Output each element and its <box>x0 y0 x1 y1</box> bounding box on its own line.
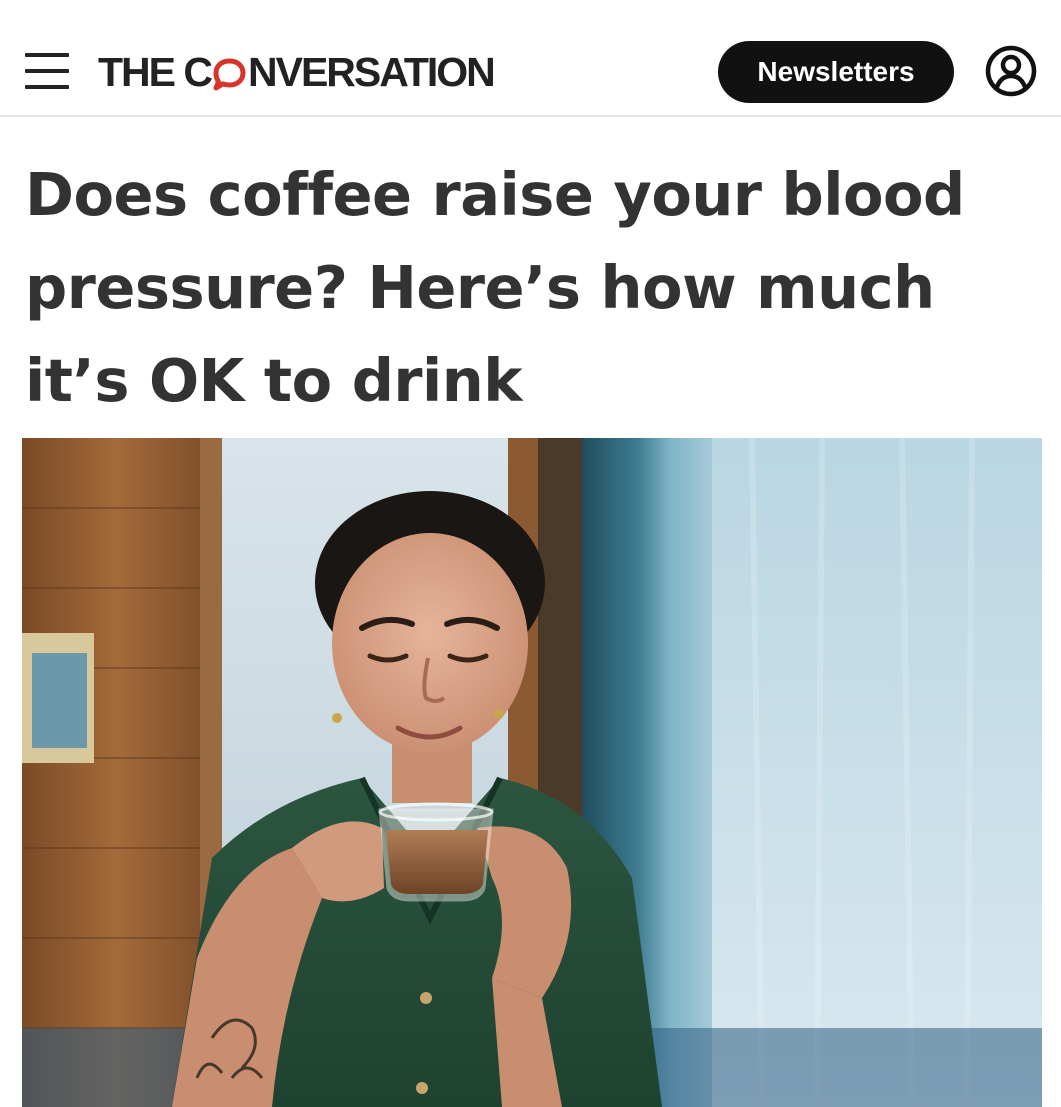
hamburger-menu-icon[interactable] <box>25 53 69 89</box>
article-title: Does coffee raise your blood pressure? H… <box>25 160 965 415</box>
site-logo[interactable]: THE C NVERSATION <box>98 47 496 97</box>
user-account-icon[interactable] <box>984 44 1038 98</box>
logo-text-start: THE C <box>98 48 213 95</box>
logo-text-end: NVERSATION <box>248 48 496 95</box>
article-hero-image <box>22 438 1042 1107</box>
speech-bubble-icon <box>212 55 247 90</box>
newsletters-button[interactable]: Newsletters <box>718 41 954 103</box>
site-header: THE C NVERSATION Newsletters <box>0 0 1061 117</box>
